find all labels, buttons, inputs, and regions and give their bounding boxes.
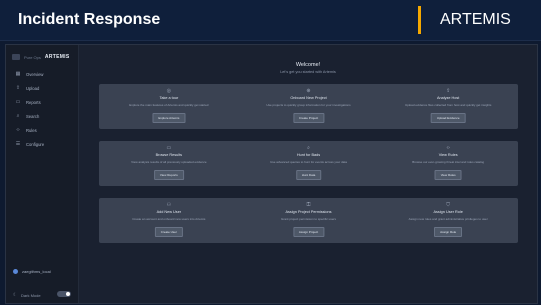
sidebar-nav: ▦ Overview ⇪ Upload ▭ Reports ⌕ Search ‹…	[6, 67, 78, 151]
logo-name: ARTEMIS	[44, 54, 70, 60]
card-assign-permissions: ⚿ Assign Project Permissions Grant proje…	[239, 198, 379, 243]
sidebar-item-upload[interactable]: ⇪ Upload	[6, 81, 78, 95]
grid-icon: ▦	[15, 71, 21, 77]
moon-icon: ☾	[13, 292, 18, 297]
main-content: Welcome! Let's get you started with Arte…	[79, 45, 537, 303]
getting-started-section: ◎ Take a tour Explore the main features …	[99, 84, 518, 129]
logo-prefix: Pure Ops	[24, 54, 41, 60]
toggle-knob	[66, 292, 70, 296]
card-title: Browse Results	[155, 153, 183, 157]
plus-icon: ⊕	[306, 88, 311, 94]
welcome-subtitle: Let's get you started with Artemis	[280, 70, 336, 74]
slide-divider	[0, 40, 541, 41]
card-onboard-project: ⊕ Onboard New Project Use projects to qu…	[239, 84, 379, 129]
dark-mode-row: ☾ Dark Mode	[13, 291, 73, 298]
card-title: Analyze Host	[436, 96, 460, 100]
card-description: Use projects to quickly group informatio…	[266, 103, 351, 107]
sidebar-item-configure[interactable]: ☰ Configure	[6, 137, 78, 151]
upload-icon: ⇪	[15, 85, 21, 91]
sidebar-item-label: Search	[26, 113, 40, 119]
key-icon: ⚿	[306, 202, 311, 208]
card-description: Use advanced queries to hunt for events …	[270, 160, 347, 164]
card-description: Grant project permission to specific use…	[280, 217, 337, 221]
sidebar-item-label: Reports	[26, 99, 41, 105]
card-assign-role: ⛉ Assign User Role Assign new roles and …	[378, 198, 518, 243]
folder-icon: ▭	[166, 145, 172, 151]
folder-icon: ▭	[15, 99, 21, 105]
welcome-title: Welcome!	[295, 62, 321, 68]
card-view-rules: ‹› View Rules Browse our ever-growing th…	[378, 141, 518, 186]
sidebar-item-label: Overview	[26, 71, 44, 77]
analysis-section: ▭ Browse Results View analysis results o…	[99, 141, 518, 186]
shield-icon: ⛉	[446, 202, 451, 208]
slide-header: Incident Response ARTEMIS	[0, 0, 541, 40]
assign-project-button[interactable]: Assign Project	[292, 227, 325, 237]
app-screenshot: Pure Ops ARTEMIS ▦ Overview ⇪ Upload ▭ R…	[5, 44, 538, 304]
card-description: Explore the main features of Artemis and…	[129, 103, 209, 107]
app-logo[interactable]: Pure Ops ARTEMIS	[12, 52, 70, 62]
sidebar: Pure Ops ARTEMIS ▦ Overview ⇪ Upload ▭ R…	[6, 45, 79, 303]
sidebar-item-reports[interactable]: ▭ Reports	[6, 95, 78, 109]
create-project-button[interactable]: Create Project	[292, 113, 325, 123]
sidebar-item-search[interactable]: ⌕ Search	[6, 109, 78, 123]
card-description: Upload evidence files collected from hos…	[404, 103, 492, 107]
sidebar-item-overview[interactable]: ▦ Overview	[6, 67, 78, 81]
card-add-user: ⚇ Add New User Create an account and onb…	[99, 198, 239, 243]
card-title: Onboard New Project	[290, 96, 327, 100]
compass-icon: ◎	[166, 88, 172, 94]
upload-icon: ⇪	[446, 88, 451, 94]
card-title: Assign Project Permissions	[285, 210, 332, 214]
card-description: View analysis results of all previously …	[131, 160, 207, 164]
logo-icon	[12, 54, 20, 60]
card-title: Assign User Role	[433, 210, 463, 214]
slide-accent-bar	[418, 6, 421, 34]
sidebar-item-label: Configure	[26, 141, 45, 147]
card-analyze-host: ⇪ Analyze Host Upload evidence files col…	[378, 84, 518, 129]
dark-mode-toggle[interactable]	[57, 291, 71, 297]
search-icon: ⌕	[16, 113, 20, 119]
card-title: Take a tour	[159, 96, 179, 100]
view-reports-button[interactable]: View Reports	[153, 170, 184, 180]
card-hunt-for-bads: ⌕ Hunt for Bads Use advanced queries to …	[239, 141, 379, 186]
card-description: Create an account and onboard new users …	[132, 217, 206, 221]
sidebar-item-label: Rules	[26, 127, 37, 133]
code-icon: ‹›	[16, 127, 20, 133]
card-take-a-tour: ◎ Take a tour Explore the main features …	[99, 84, 239, 129]
card-browse-results: ▭ Browse Results View analysis results o…	[99, 141, 239, 186]
slide-title: Incident Response	[18, 11, 161, 28]
sidebar-item-rules[interactable]: ‹› Rules	[6, 123, 78, 137]
user-menu[interactable]: zaegithms_local	[13, 269, 51, 274]
create-user-button[interactable]: Create User	[154, 227, 183, 237]
user-plus-icon: ⚇	[166, 202, 172, 208]
dark-mode-label: Dark Mode	[21, 292, 41, 298]
code-icon: ‹›	[446, 145, 450, 151]
assign-role-button[interactable]: Assign Role	[434, 227, 463, 237]
card-description: Assign new roles and grant administrativ…	[408, 217, 488, 221]
card-title: View Rules	[438, 153, 458, 157]
card-title: Hunt for Bads	[296, 153, 321, 157]
avatar	[13, 269, 18, 274]
card-description: Browse our ever-growing threat intel and…	[412, 160, 485, 164]
settings-icon: ☰	[15, 141, 21, 147]
user-name: zaegithms_local	[22, 269, 51, 274]
sidebar-item-label: Upload	[26, 85, 40, 91]
upload-evidence-button[interactable]: Upload Evidence	[430, 113, 466, 123]
card-title: Add New User	[156, 210, 182, 214]
explore-artemis-button[interactable]: Explore Artemis	[152, 113, 186, 123]
search-icon: ⌕	[307, 145, 310, 151]
administration-section: ⚇ Add New User Create an account and onb…	[99, 198, 518, 243]
view-rules-button[interactable]: View Rules	[434, 170, 462, 180]
hunt-data-button[interactable]: Hunt Data	[295, 170, 322, 180]
slide-brand: ARTEMIS	[440, 11, 511, 28]
